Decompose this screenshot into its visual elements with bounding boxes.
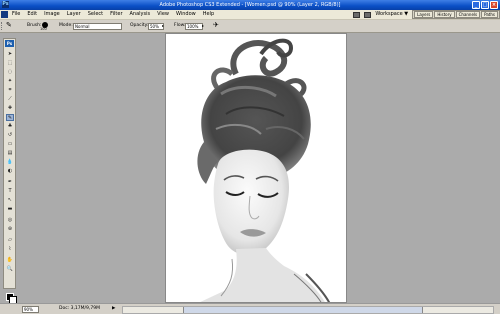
crop-tool-icon[interactable]: ⌗ (6, 87, 14, 94)
opacity-label: Opacity: (130, 23, 149, 28)
tab-paths[interactable]: Paths (481, 11, 498, 18)
dodge-tool-icon[interactable]: ◐ (6, 168, 14, 175)
mode-label: Mode: (59, 23, 73, 28)
window-title: Adobe Photoshop CS3 Extended - [Women.ps… (159, 2, 341, 8)
shape-tool-icon[interactable]: ▬ (6, 206, 14, 213)
tools-panel: Ps ➤ ⬚ ◌ ✦ ⌗ ⟋ ✚ ✎ ♣ ↺ ▭ ▤ 💧 ◐ ✒ T ↖ ▬ ◎… (3, 38, 17, 304)
opacity-arrow-icon[interactable]: ▸ (162, 23, 164, 29)
options-bar: ✎ Brush: 100 Mode: Normal Opacity: 50% ▸… (0, 20, 500, 33)
close-button[interactable]: × (490, 1, 498, 9)
notes-tool-icon[interactable]: ▱ (6, 237, 14, 244)
slice-tool-icon[interactable]: ⟋ (6, 96, 14, 103)
menu-edit[interactable]: Edit (27, 10, 37, 19)
magic-wand-tool-icon[interactable]: ✦ (6, 78, 14, 85)
mode-select[interactable]: Normal (73, 23, 122, 30)
menu-bar: File Edit Image Layer Select Filter Anal… (0, 10, 500, 20)
history-brush-tool-icon[interactable]: ↺ (6, 132, 14, 139)
menu-analysis[interactable]: Analysis (130, 10, 151, 19)
lasso-tool-icon[interactable]: ◌ (6, 69, 14, 76)
marquee-tool-icon[interactable]: ⬚ (6, 60, 14, 67)
gradient-tool-icon[interactable]: ▤ (6, 150, 14, 157)
flow-label: Flow: (174, 23, 186, 28)
hand-tool-icon[interactable]: ✋ (6, 257, 14, 264)
eyedropper-tool-icon[interactable]: ⌇ (6, 246, 14, 253)
status-bar: 90% Doc: 3,17M/9,79M ▶ (0, 303, 500, 314)
camera-icon[interactable] (364, 11, 372, 18)
tab-layers[interactable]: Layers (414, 11, 434, 18)
3d-rotate-tool-icon[interactable]: ◎ (6, 217, 14, 224)
blur-tool-icon[interactable]: 💧 (6, 159, 14, 166)
move-tool-icon[interactable]: ➤ (6, 51, 14, 58)
document-size-info: Doc: 3,17M/9,79M (59, 306, 100, 311)
brush-tool-icon[interactable]: ✎ (6, 114, 14, 121)
maximize-button[interactable]: □ (481, 1, 489, 9)
scrollbar-thumb[interactable] (183, 307, 423, 313)
zoom-tool-icon[interactable]: 🔍 (6, 266, 14, 273)
workspace-menu[interactable]: Workspace ▼ (375, 10, 408, 19)
panel-well: Layers History Channels Paths (412, 10, 500, 19)
pen-tool-icon[interactable]: ✒ (6, 179, 14, 186)
clone-stamp-tool-icon[interactable]: ♣ (6, 123, 14, 130)
title-bar: Ps Adobe Photoshop CS3 Extended - [Women… (0, 0, 500, 10)
menu-file[interactable]: File (12, 10, 20, 19)
window-controls: _ □ × (472, 1, 498, 9)
menu-image[interactable]: Image (44, 10, 60, 19)
minimize-button[interactable]: _ (472, 1, 480, 9)
tools-header: Ps (5, 40, 14, 47)
menu-select[interactable]: Select (88, 10, 103, 19)
airbrush-icon[interactable]: ✈ (213, 22, 219, 29)
menu-window[interactable]: Window (176, 10, 196, 19)
menu-help[interactable]: Help (203, 10, 214, 19)
healing-brush-tool-icon[interactable]: ✚ (6, 105, 14, 112)
brush-tool-icon[interactable]: ✎ (6, 22, 12, 29)
zoom-field[interactable]: 90% (22, 306, 39, 313)
bridge-icon[interactable] (353, 11, 361, 18)
type-tool-icon[interactable]: T (6, 188, 14, 195)
flow-arrow-icon[interactable]: ▸ (202, 23, 204, 29)
path-selection-tool-icon[interactable]: ↖ (6, 197, 14, 204)
portrait-artwork (197, 38, 331, 302)
document-canvas[interactable] (165, 33, 347, 303)
flow-field[interactable]: 100% (185, 23, 203, 30)
tab-history[interactable]: History (434, 11, 455, 18)
menu-filter[interactable]: Filter (110, 10, 122, 19)
ps-menu-icon[interactable] (1, 11, 8, 18)
brush-size: 100 (40, 27, 47, 31)
tab-channels[interactable]: Channels (455, 11, 481, 18)
status-menu-arrow-icon[interactable]: ▶ (112, 304, 115, 313)
menu-view[interactable]: View (157, 10, 169, 19)
options-grip[interactable] (1, 22, 4, 30)
3d-orbit-tool-icon[interactable]: ⊛ (6, 226, 14, 233)
menu-layer[interactable]: Layer (67, 10, 81, 19)
eraser-tool-icon[interactable]: ▭ (6, 141, 14, 148)
